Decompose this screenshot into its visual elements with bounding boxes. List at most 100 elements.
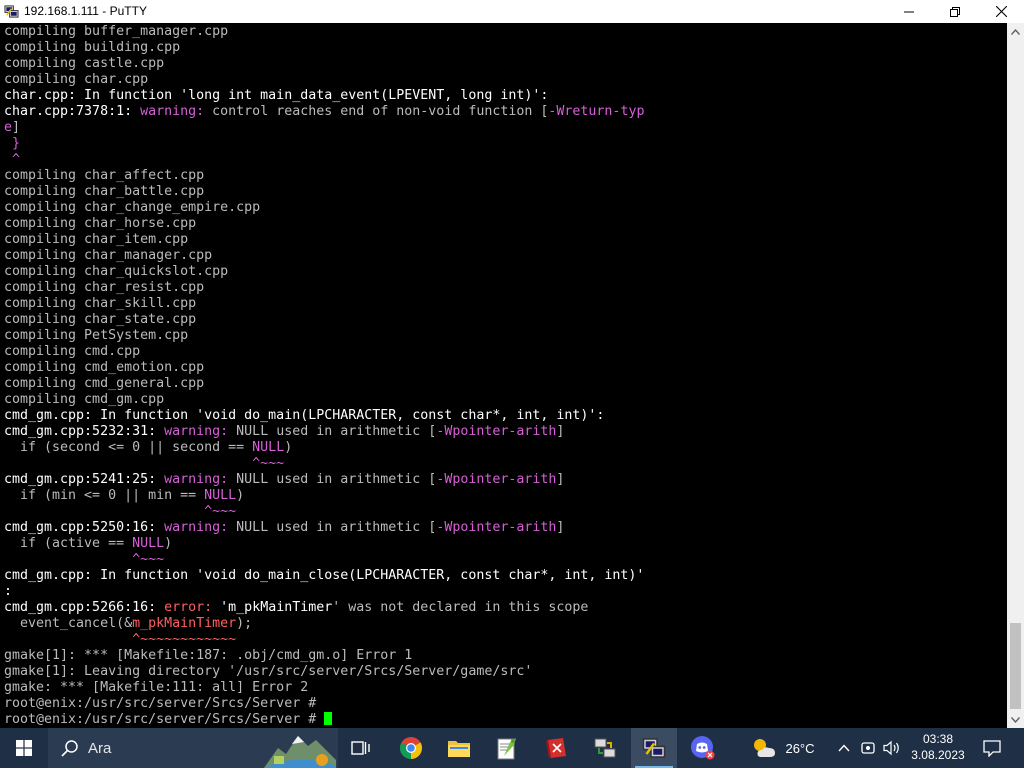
show-hidden-icons-button[interactable] [834,728,854,768]
notification-icon [983,740,1001,757]
terminal-text-segment: compiling cmd_general.cpp [4,376,205,391]
terminal-text-segment: -Wreturn-typ [548,104,645,119]
terminal-line: compiling buffer_manager.cpp [4,24,644,40]
taskbar-network-share-button[interactable] [582,728,628,768]
taskbar-search-box[interactable]: Ara [48,728,338,768]
terminal-text-segment: cmd_gm.cpp:5266:16: [4,600,165,615]
scroll-up-button[interactable] [1007,23,1024,40]
terminal-line: cmd_gm.cpp:5241:25: warning: NULL used i… [4,472,644,488]
terminal-line: compiling char_resist.cpp [4,280,644,296]
clock-date: 3.08.2023 [911,748,965,762]
terminal-line: cmd_gm.cpp:5232:31: warning: NULL used i… [4,424,644,440]
terminal-line: compiling char_horse.cpp [4,216,644,232]
notification-center-button[interactable] [972,728,1012,768]
system-clock[interactable]: 03:38 3.08.2023 [906,731,970,763]
terminal-text-segment: ) [164,536,173,551]
network-transfer-icon [594,738,616,758]
terminal-output[interactable]: compiling buffer_manager.cpp compiling bu… [0,23,1007,728]
terminal-line: gmake: *** [Makefile:111: all] Error 2 [4,680,644,696]
terminal-text-segment: ) [236,488,245,503]
terminal-line: e] [4,120,644,136]
weather-temperature[interactable]: 26°C [782,728,818,768]
scroll-down-button[interactable] [1007,711,1024,728]
terminal-line: compiling PetSystem.cpp [4,328,644,344]
terminal-line: root@enix:/usr/src/server/Srcs/Server # [4,696,644,712]
terminal-text-segment: if (second <= 0 || second == [4,440,253,455]
task-view-button[interactable] [338,728,384,768]
terminal-line: gmake[1]: *** [Makefile:187: .obj/cmd_gm… [4,648,644,664]
putty-icon [642,738,666,758]
start-button[interactable] [0,728,48,768]
terminal-line: cmd_gm.cpp:5250:16: warning: NULL used i… [4,520,644,536]
terminal-text-segment: root@enix:/usr/src/server/Srcs/Server # [4,712,325,727]
terminal-text-segment: compiling char_item.cpp [4,232,189,247]
terminal-line: compiling char_battle.cpp [4,184,644,200]
putty-icon[interactable] [4,4,19,19]
terminal-line: ^~~~~~~~~~~~~ [4,632,644,648]
red-document-app-icon [546,738,566,758]
terminal-line: compiling char_manager.cpp [4,248,644,264]
terminal-text-segment: event_cancel(& [4,616,133,631]
terminal-text-segment: error: [164,600,221,615]
terminal-text-segment: compiling char_manager.cpp [4,248,213,263]
terminal-text-segment: compiling cmd_emotion.cpp [4,360,205,375]
taskbar-file-explorer-button[interactable] [436,728,482,768]
chrome-icon [400,737,422,759]
title-bar[interactable]: 192.168.1.111 - PuTTY [0,0,1024,23]
terminal-text-segment: e [4,120,13,135]
minimize-button[interactable] [886,0,932,23]
terminal-text-segment: m_pkMainTimer [228,600,333,615]
maximize-button[interactable] [932,0,978,23]
terminal-text-segment: cmd_gm.cpp: In function 'void do_main(LP… [4,408,605,423]
weather-widget[interactable] [748,728,780,768]
terminal-line: if (min <= 0 || min == NULL) [4,488,644,504]
taskbar-chrome-button[interactable] [388,728,434,768]
terminal-text-segment: m_pkMainTimer [132,616,237,631]
terminal-line: compiling cmd.cpp [4,344,644,360]
volume-button[interactable] [880,728,904,768]
terminal-text-segment: ) [284,440,293,455]
taskbar-notepad-plus-button[interactable] [484,728,530,768]
terminal-line: } [4,136,644,152]
terminal-text-segment: NULL [252,440,285,455]
taskbar-putty-button[interactable] [631,728,677,768]
taskbar: Ara 26°C 03:38 3.08.2023 [0,728,1024,768]
close-button[interactable] [978,0,1024,23]
terminal-text-segment: compiling char_state.cpp [4,312,197,327]
terminal-line: cmd_gm.cpp:5266:16: error: 'm_pkMainTime… [4,600,644,616]
vertical-scrollbar[interactable] [1007,23,1024,728]
meet-now-icon [861,742,875,754]
terminal-line: char.cpp: In function 'long int main_dat… [4,88,644,104]
terminal-line: compiling char_state.cpp [4,312,644,328]
terminal-line: root@enix:/usr/src/server/Srcs/Server # [4,712,644,728]
terminal-text-segment: gmake[1]: Leaving directory '/usr/src/se… [4,664,533,679]
scroll-thumb[interactable] [1010,623,1021,709]
terminal-text-segment: NULL [132,536,165,551]
tray-device-button[interactable] [858,728,878,768]
taskbar-discord-button[interactable] [680,728,726,768]
discord-icon [691,736,715,760]
terminal-text-segment: -Wpointer-arith [436,472,557,487]
terminal-text-segment: cmd_gm.cpp: In function 'void do_main_cl… [4,568,645,583]
terminal-text-segment: gmake[1]: *** [Makefile:187: .obj/cmd_gm… [4,648,413,663]
terminal-text-segment: cmd_gm.cpp:5250:16: [4,520,165,535]
terminal-text-segment: ^~~~~~~~~~~~~ [4,632,237,647]
terminal-text-segment: char.cpp: In function 'long int main_dat… [4,88,549,103]
terminal-text-segment: ] [556,520,565,535]
clock-time: 03:38 [922,732,954,746]
terminal-line: gmake[1]: Leaving directory '/usr/src/se… [4,664,644,680]
minimize-icon [904,11,914,12]
terminal-line: ^~~~ [4,552,644,568]
terminal-text-segment: control reaches end of non-void function… [212,104,549,119]
restore-icon [950,6,960,17]
taskbar-red-app-button[interactable] [534,728,580,768]
terminal-text-segment: gmake: *** [Makefile:111: all] Error 2 [4,680,309,695]
terminal-line: compiling char.cpp [4,72,644,88]
terminal-text-segment: : [4,584,13,599]
chevron-down-icon [1011,716,1020,723]
terminal-line: if (active == NULL) [4,536,644,552]
terminal-line: compiling cmd_gm.cpp [4,392,644,408]
close-icon [995,6,1007,17]
weather-temp-text: 26°C [785,740,815,756]
terminal-line: compiling char_quickslot.cpp [4,264,644,280]
